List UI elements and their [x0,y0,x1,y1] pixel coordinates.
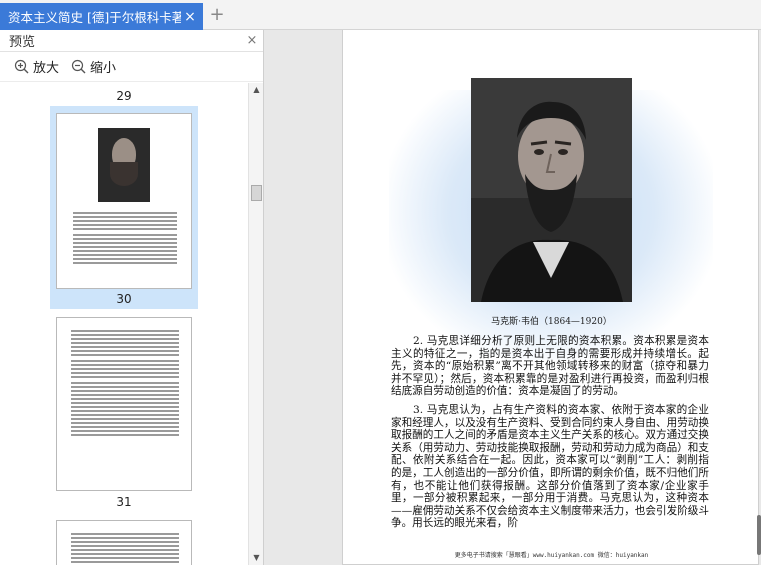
page-thumbnail-31[interactable] [56,317,192,491]
preview-header: 预览 × [0,30,263,52]
zoom-in-button[interactable]: 放大 [14,57,59,76]
thumbnail-list: 29 30 31 [0,83,248,565]
paragraph-2: 2. 马克思详细分析了原则上无限的资本积累。资本积累是资本主义的特征之一，指的是… [391,335,709,398]
zoom-out-icon [71,59,86,74]
tab-document[interactable]: 资本主义简史 [德]于尔根科卡著 × [0,3,203,30]
thumbnail-scrollbar[interactable]: ▲ ▼ [248,83,263,565]
page-thumbnail-32[interactable] [56,520,192,565]
page-number-label: 31 [116,495,132,509]
zoom-in-label: 放大 [33,61,60,76]
viewer-scrollbar-thumb[interactable] [757,515,761,555]
document-viewer[interactable]: 马克斯·韦伯（1864—1920） 2. 马克思详细分析了原则上无限的资本积累。… [264,30,761,565]
page-number-label: 29 [116,89,132,103]
thumbnail-portrait [98,128,150,202]
page-thumbnail-30[interactable] [56,113,192,289]
scroll-up-icon[interactable]: ▲ [249,83,264,97]
tab-bar: 资本主义简史 [德]于尔根科卡著 × + [0,0,761,30]
tab-close-icon[interactable]: × [181,9,199,25]
thumbnail-text-lines [71,533,179,565]
preview-close-icon[interactable]: × [241,33,263,48]
portrait-illustration [471,78,632,302]
tab-title: 资本主义简史 [德]于尔根科卡著 [8,10,181,25]
thumbnail-text-lines [73,212,177,266]
scroll-down-icon[interactable]: ▼ [249,551,264,565]
document-page: 马克斯·韦伯（1864—1920） 2. 马克思详细分析了原则上无限的资本积累。… [342,30,759,565]
preview-panel: 预览 × 放大 缩小 29 30 31 ▲ ▼ [0,30,264,565]
paragraph-3: 3. 马克思认为，占有生产资料的资本家、依附于资本家的企业家和经理人，以及没有生… [391,404,709,530]
new-tab-plus-icon[interactable]: + [207,5,227,25]
photo-caption: 马克斯·韦伯（1864—1920） [491,317,612,327]
page-number-label: 30 [116,292,132,306]
zoom-toolbar: 放大 缩小 [0,52,263,82]
zoom-out-label: 缩小 [90,61,117,76]
thumbnail-text-lines [71,330,179,438]
zoom-out-button[interactable]: 缩小 [71,57,116,76]
scrollbar-thumb[interactable] [251,185,262,201]
preview-title: 预览 [9,35,36,50]
page-footer: 更多电子书请搜索「慧眼看」www.huiyankan.com 微信：huiyan… [454,552,649,559]
portrait-photo [471,78,632,302]
zoom-in-icon [14,59,29,74]
